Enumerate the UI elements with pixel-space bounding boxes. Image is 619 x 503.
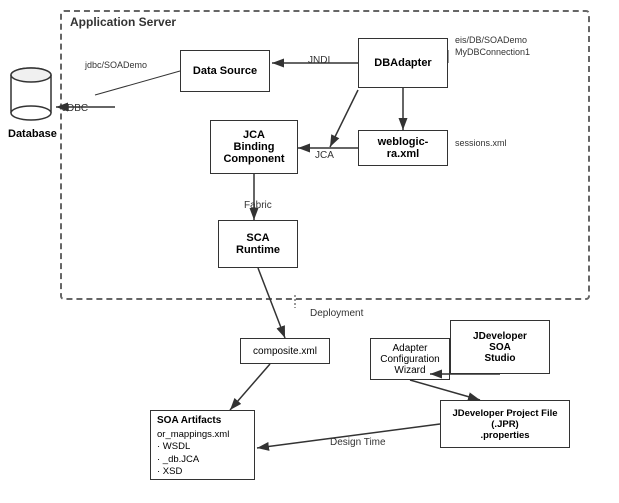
database-icon — [8, 65, 54, 125]
jdeveloper-project-box: JDeveloper Project File (.JPR) .properti… — [440, 400, 570, 448]
jdeveloper-soa-box: JDeveloper SOA Studio — [450, 320, 550, 374]
soa-artifacts-list: or_mappings.xml · WSDL · _db.JCA · XSD — [157, 429, 248, 478]
jca-binding-box: JCA Binding Component — [210, 120, 298, 174]
mydb-connection-label: MyDBConnection1 — [455, 47, 530, 57]
sca-runtime-box: SCA Runtime — [218, 220, 298, 268]
adapter-config-box: Adapter Configuration Wizard — [370, 338, 450, 380]
sessions-xml-label: sessions.xml — [455, 138, 507, 148]
design-time-label: Design Time — [330, 437, 386, 448]
jdbc-soademo-label: jdbc/SOADemo — [85, 60, 147, 70]
diagram-container: Application Server Database Data Source … — [0, 0, 619, 503]
app-server-label: Application Server — [70, 15, 176, 29]
dbadapter-box: DBAdapter — [358, 38, 448, 88]
fabric-label: Fabric — [244, 200, 272, 211]
database-label: Database — [8, 128, 54, 140]
deployment-label: Deployment — [310, 308, 363, 319]
jndi-label: JNDI — [308, 55, 330, 66]
composite-xml-box: composite.xml — [240, 338, 330, 364]
jdbc-label: JDBC — [62, 103, 88, 114]
jca-label: JCA — [315, 150, 334, 161]
data-source-box: Data Source — [180, 50, 270, 92]
eis-db-label: eis/DB/SOADemo — [455, 35, 527, 45]
soa-artifacts-title: SOA Artifacts — [157, 415, 248, 426]
weblogic-ra-box: weblogic-ra.xml — [358, 130, 448, 166]
soa-artifacts-box: SOA Artifacts or_mappings.xml · WSDL · _… — [150, 410, 255, 480]
